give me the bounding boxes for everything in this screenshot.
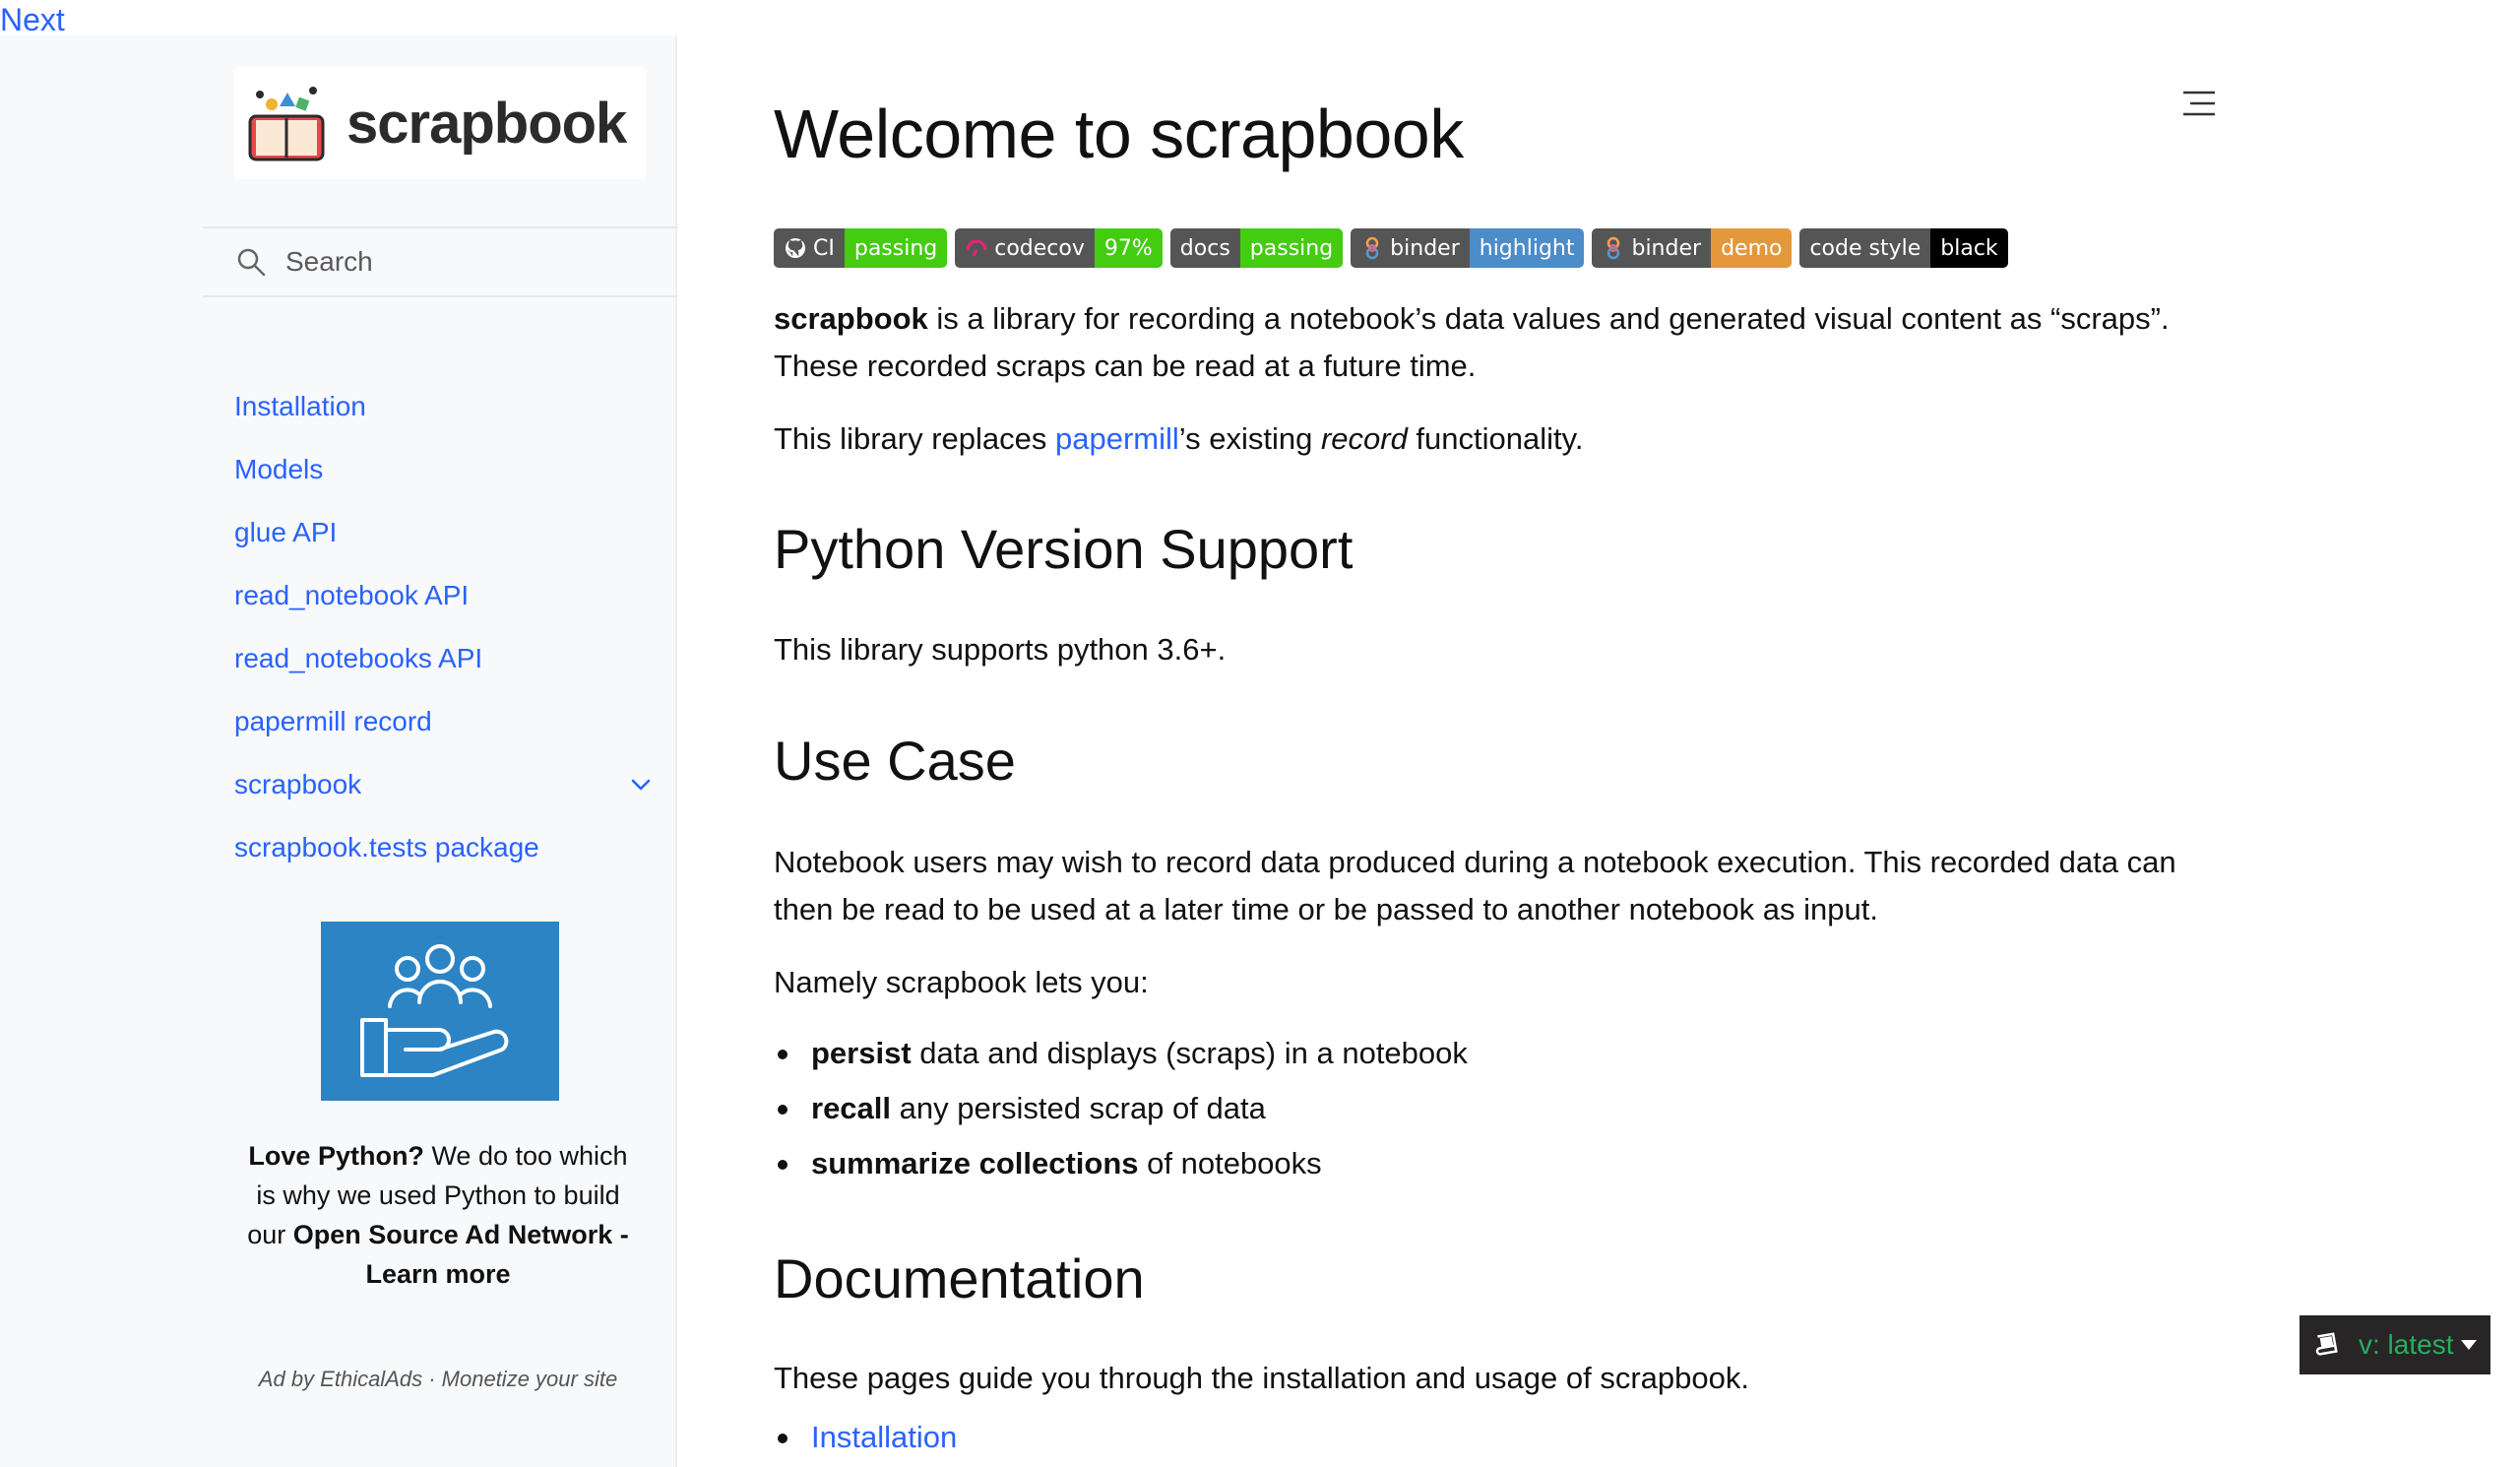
badge-value: passing <box>844 228 948 268</box>
replaces-mid: ’s existing <box>1178 421 1321 456</box>
binder-demo-badge[interactable]: binder demo <box>1592 228 1793 268</box>
ad-text-cta[interactable]: Open Source Ad Network - Learn more <box>293 1220 629 1289</box>
list-item-bold: recall <box>811 1091 892 1125</box>
search-bar[interactable] <box>203 226 677 297</box>
sidebar-item-models[interactable]: Models <box>234 438 667 501</box>
caret-down-icon <box>2461 1340 2478 1350</box>
replaces-post: functionality. <box>1407 421 1584 456</box>
replaces-paragraph: This library replaces papermill’s existi… <box>774 415 2221 463</box>
badge-value: 97% <box>1094 228 1163 268</box>
ci-badge[interactable]: CI passing <box>774 228 948 268</box>
ad-text[interactable]: Love Python? We do too which is why we u… <box>246 1136 630 1294</box>
scrapbook-logo-icon <box>248 87 325 161</box>
version-selector[interactable]: v: latest <box>2300 1315 2490 1374</box>
list-item-bold: summarize collections <box>811 1146 1139 1180</box>
code-style-badge[interactable]: code style black <box>1799 228 2008 268</box>
badge-label: docs <box>1179 235 1230 261</box>
docs-badge[interactable]: docs passing <box>1169 228 1344 268</box>
badge-value: black <box>1930 228 2008 268</box>
sidebar-item-label: glue API <box>234 517 338 547</box>
table-of-contents-icon[interactable] <box>2183 89 2215 118</box>
sidebar-nav: Installation Models glue API read_notebo… <box>234 375 667 879</box>
list-item: recall any persisted scrap of data <box>774 1081 1468 1136</box>
intro-paragraph: scrapbook is a library for recording a n… <box>774 295 2221 390</box>
list-item-bold: persist <box>811 1036 912 1070</box>
sidebar-item-installation[interactable]: Installation <box>234 375 667 438</box>
book-icon <box>2315 1332 2338 1356</box>
badge-label: CI <box>813 235 835 261</box>
badge-row: CI passing codecov 97% docs passing bind… <box>774 228 2008 268</box>
heading-documentation: Documentation <box>774 1247 1145 1309</box>
docs-link-installation[interactable]: Installation <box>811 1420 957 1454</box>
badge-label: codecov <box>994 235 1085 261</box>
ad-footer[interactable]: Ad by EthicalAds · Monetize your site <box>246 1359 630 1400</box>
search-input[interactable] <box>285 246 660 278</box>
heading-use-case: Use Case <box>774 730 1016 792</box>
python-paragraph: This library supports python 3.6+. <box>774 632 1227 667</box>
logo[interactable]: scrapbook <box>234 67 646 179</box>
sidebar-item-glue-api[interactable]: glue API <box>234 501 667 564</box>
list-item: Installation <box>774 1410 957 1465</box>
list-item: persist data and displays (scraps) in a … <box>774 1026 1468 1081</box>
namely-paragraph: Namely scrapbook lets you: <box>774 965 1149 999</box>
sidebar-item-label: papermill record <box>234 706 432 736</box>
list-item-text: any persisted scrap of data <box>891 1091 1266 1125</box>
community-hand-icon <box>360 944 509 1077</box>
codecov-icon <box>966 239 987 257</box>
github-icon <box>786 238 805 258</box>
logo-text: scrapbook <box>346 91 627 156</box>
feature-list: persist data and displays (scraps) in a … <box>774 1026 1468 1191</box>
search-icon <box>237 248 266 277</box>
binder-icon <box>1607 236 1620 260</box>
binder-highlight-badge[interactable]: binder highlight <box>1351 228 1585 268</box>
next-link[interactable]: Next <box>0 0 65 39</box>
badge-value: passing <box>1239 228 1344 268</box>
intro-text: is a library for recording a notebook’s … <box>774 301 2170 383</box>
heading-python-version: Python Version Support <box>774 518 1354 580</box>
binder-icon <box>1365 236 1379 260</box>
badge-label: code style <box>1809 235 1922 261</box>
docs-link-list: Installation <box>774 1410 957 1465</box>
sidebar-item-papermill-record[interactable]: papermill record <box>234 690 667 753</box>
sidebar-item-label: Installation <box>234 391 366 421</box>
sidebar-item-label: scrapbook.tests package <box>234 832 539 862</box>
version-label: v: latest <box>2359 1329 2454 1360</box>
sidebar-item-scrapbook[interactable]: scrapbook <box>234 753 667 816</box>
sidebar-item-read-notebooks-api[interactable]: read_notebooks API <box>234 627 667 690</box>
list-item-text: data and displays (scraps) in a notebook <box>911 1036 1468 1070</box>
replaces-pre: This library replaces <box>774 421 1055 456</box>
badge-label: binder <box>1631 235 1702 261</box>
ad-image[interactable] <box>321 922 559 1101</box>
sidebar-item-label: read_notebook API <box>234 580 470 610</box>
ad-text-bold: Love Python? <box>248 1141 424 1171</box>
list-item-text: of notebooks <box>1138 1146 1322 1180</box>
papermill-link[interactable]: papermill <box>1055 421 1179 456</box>
sidebar-item-label: Models <box>234 454 324 484</box>
sidebar: scrapbook Installation Models glue API r… <box>0 35 677 1467</box>
sidebar-item-label: scrapbook <box>234 769 362 799</box>
list-item: summarize collections of notebooks <box>774 1136 1468 1191</box>
sidebar-item-scrapbook-tests[interactable]: scrapbook.tests package <box>234 816 667 879</box>
sidebar-item-label: read_notebooks API <box>234 643 483 673</box>
badge-value: demo <box>1711 228 1793 268</box>
docs-paragraph: These pages guide you through the instal… <box>774 1361 1749 1395</box>
codecov-badge[interactable]: codecov 97% <box>955 228 1163 268</box>
sidebar-item-read-notebook-api[interactable]: read_notebook API <box>234 564 667 627</box>
usecase-paragraph: Notebook users may wish to record data p… <box>774 845 2176 926</box>
chevron-down-icon[interactable] <box>628 772 654 797</box>
badge-label: binder <box>1390 235 1460 261</box>
badge-value: highlight <box>1469 228 1585 268</box>
replaces-em: record <box>1320 421 1408 456</box>
intro-bold: scrapbook <box>774 301 928 336</box>
page-title: Welcome to scrapbook <box>774 96 1464 172</box>
